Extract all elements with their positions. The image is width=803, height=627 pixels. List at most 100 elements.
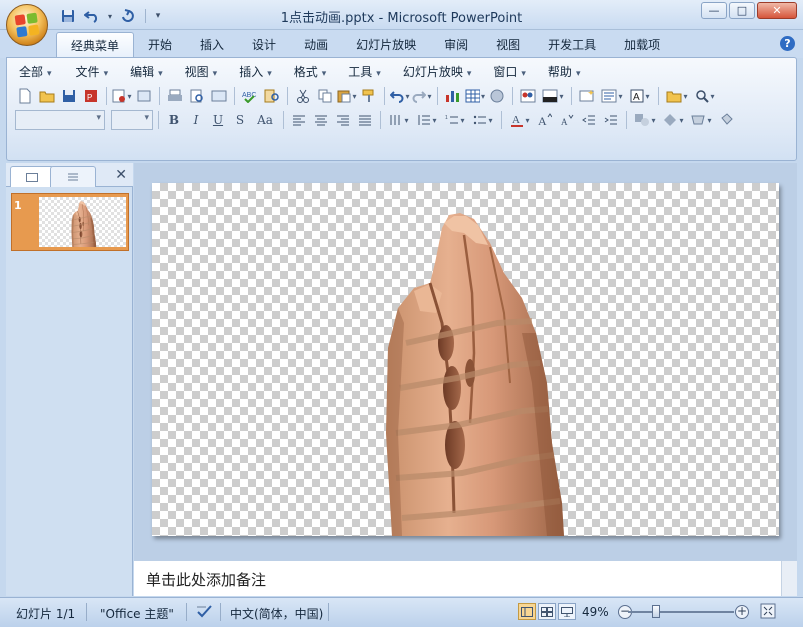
zoom-level[interactable]: 49% [582, 605, 609, 619]
align-right-icon[interactable] [333, 110, 353, 130]
undo-toolbar-icon[interactable] [390, 86, 410, 106]
spelling-icon[interactable]: ABC [240, 86, 260, 106]
align-center-icon[interactable] [311, 110, 331, 130]
insert-table-icon[interactable] [465, 86, 485, 106]
folder-icon[interactable] [664, 86, 690, 106]
color-scheme-icon[interactable] [518, 86, 538, 106]
menu-insert[interactable]: 插入 [233, 62, 278, 82]
grow-font-icon[interactable]: A [535, 110, 555, 130]
slide-thumbnail[interactable] [11, 193, 129, 251]
pdf-icon[interactable]: P [81, 86, 101, 106]
language-status[interactable]: 中文(简体，中国) [230, 605, 323, 622]
print-icon[interactable] [165, 86, 185, 106]
format-painter-icon[interactable] [359, 86, 379, 106]
menu-tools[interactable]: 工具 [342, 62, 387, 82]
praying-hands-image[interactable] [152, 183, 779, 536]
menu-help[interactable]: 帮助 [542, 62, 587, 82]
slide-icon[interactable] [209, 86, 229, 106]
tab-view[interactable]: 视图 [482, 32, 534, 58]
office-button[interactable] [6, 4, 48, 46]
tab-review[interactable]: 审阅 [430, 32, 482, 58]
tab-insert[interactable]: 插入 [186, 32, 238, 58]
tab-design[interactable]: 设计 [238, 32, 290, 58]
menu-format[interactable]: 格式 [288, 62, 333, 82]
notes-scrollbar[interactable] [781, 561, 797, 596]
menu-all[interactable]: 全部 [13, 62, 58, 82]
redo-toolbar-icon[interactable] [412, 86, 432, 106]
notes-pane[interactable]: 单击此处添加备注 [134, 557, 797, 596]
bold-icon[interactable]: B [164, 110, 184, 130]
toolbar-separator [512, 87, 513, 105]
maximize-button[interactable]: □ [729, 2, 755, 19]
print-preview-icon[interactable] [187, 86, 207, 106]
arrange-icon[interactable] [660, 110, 686, 130]
shapes-icon[interactable] [632, 110, 658, 130]
help-icon[interactable]: ? [780, 36, 795, 51]
tab-developer[interactable]: 开发工具 [534, 32, 610, 58]
bullets-icon[interactable] [470, 110, 496, 130]
quick-styles-icon[interactable] [688, 110, 714, 130]
slides-tab[interactable] [10, 166, 54, 187]
copy-icon[interactable] [315, 86, 335, 106]
new-slide-icon[interactable] [577, 86, 597, 106]
find-icon[interactable] [692, 86, 718, 106]
normal-view-button[interactable] [518, 603, 536, 620]
menu-file[interactable]: 文件 [70, 62, 115, 82]
increase-indent-icon[interactable] [601, 110, 621, 130]
font-name-combo[interactable] [15, 110, 105, 130]
outline-tab[interactable] [50, 166, 96, 187]
zoom-slider-thumb[interactable] [652, 605, 660, 618]
decrease-indent-icon[interactable] [579, 110, 599, 130]
cut-icon[interactable] [293, 86, 313, 106]
zoom-slider-track[interactable] [628, 611, 734, 613]
align-left-icon[interactable] [289, 110, 309, 130]
notes-placeholder[interactable]: 单击此处添加备注 [146, 569, 266, 590]
shape-fill-icon[interactable] [716, 110, 736, 130]
fit-to-window-icon[interactable] [760, 603, 776, 622]
spell-check-icon[interactable] [196, 603, 214, 622]
change-case-icon[interactable]: Aa [252, 110, 278, 130]
toolbar-separator [658, 87, 659, 105]
new-file-icon[interactable] [15, 86, 35, 106]
font-size-combo[interactable] [111, 110, 153, 130]
italic-icon[interactable]: I [186, 110, 206, 130]
svg-text:P: P [87, 93, 92, 102]
text-box-icon[interactable]: A [627, 86, 653, 106]
menu-view[interactable]: 视图 [179, 62, 224, 82]
tab-classic-menu[interactable]: 经典菜单 [56, 32, 135, 58]
tab-slide-show[interactable]: 幻灯片放映 [342, 32, 430, 58]
font-color-icon[interactable]: A [507, 110, 533, 130]
slide-show-view-button[interactable] [558, 603, 576, 620]
shrink-font-icon[interactable]: A [557, 110, 577, 130]
justify-icon[interactable] [355, 110, 375, 130]
zoom-in-icon[interactable]: + [735, 605, 749, 619]
menu-slide-show[interactable]: 幻灯片放映 [397, 62, 478, 82]
insert-chart-icon[interactable] [443, 86, 463, 106]
theme-status[interactable]: "Office 主题" [100, 605, 174, 622]
slide-layout-icon[interactable] [599, 86, 625, 106]
research-icon[interactable] [262, 86, 282, 106]
minimize-button[interactable]: — [701, 2, 727, 19]
status-separator [186, 603, 187, 621]
insert-picture-icon[interactable] [487, 86, 507, 106]
menu-edit[interactable]: 编辑 [124, 62, 169, 82]
grayscale-icon[interactable] [540, 86, 566, 106]
slide-canvas[interactable] [152, 183, 779, 536]
slide-sorter-view-button[interactable] [538, 603, 556, 620]
attach-icon[interactable] [134, 86, 154, 106]
tab-animations[interactable]: 动画 [290, 32, 342, 58]
tab-add-ins[interactable]: 加载项 [610, 32, 674, 58]
open-folder-icon[interactable] [37, 86, 57, 106]
close-button[interactable]: ✕ [757, 2, 797, 19]
menu-window[interactable]: 窗口 [487, 62, 532, 82]
close-pane-icon[interactable]: ✕ [115, 167, 127, 183]
paste-icon[interactable] [337, 86, 357, 106]
numbering-icon[interactable]: 1 [442, 110, 468, 130]
line-spacing-icon[interactable] [414, 110, 440, 130]
shadow-icon[interactable]: S [230, 110, 250, 130]
permission-icon[interactable] [112, 86, 132, 106]
tab-home[interactable]: 开始 [134, 32, 186, 58]
save-toolbar-icon[interactable] [59, 86, 79, 106]
text-direction-icon[interactable] [386, 110, 412, 130]
underline-icon[interactable]: U [208, 110, 228, 130]
